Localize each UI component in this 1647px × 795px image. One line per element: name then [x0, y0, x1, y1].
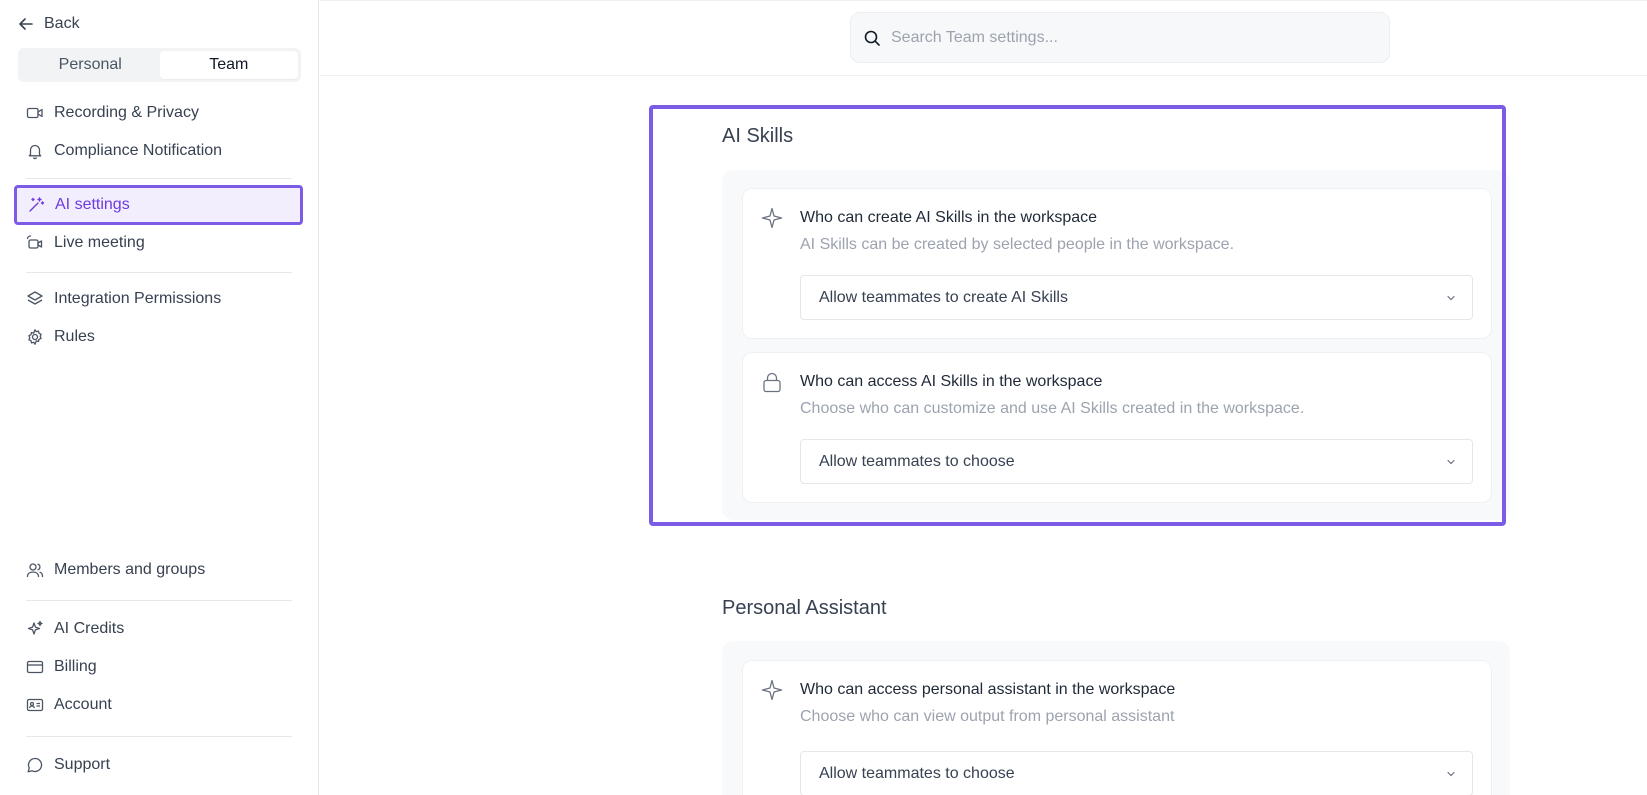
- sidebar-item-live-meeting[interactable]: Live meeting: [16, 226, 301, 260]
- sparkles-icon: [27, 620, 43, 635]
- search-icon: [864, 30, 880, 46]
- sidebar-item-label: Integration Permissions: [54, 290, 222, 307]
- sidebar-item-support[interactable]: Support: [16, 748, 301, 782]
- setting-card-personal-assistant: Who can access personal assistant in the…: [742, 660, 1492, 795]
- magic-wand-icon: [29, 197, 45, 212]
- setting-card-create-ai-skills: Who can create AI Skills in the workspac…: [742, 188, 1492, 339]
- credit-card-icon: [26, 660, 44, 674]
- gear-icon: [28, 329, 42, 345]
- setting-title: Who can access AI Skills in the workspac…: [800, 373, 1103, 390]
- access-ai-skills-select[interactable]: Allow teammates to choose: [800, 439, 1473, 484]
- layers-icon: [27, 291, 43, 305]
- sparkle-icon: [761, 679, 783, 701]
- sidebar-item-label: Billing: [54, 658, 97, 675]
- chat-bubble-icon: [27, 757, 43, 773]
- sidebar-item-ai-settings[interactable]: AI settings: [14, 185, 303, 225]
- setting-description: Choose who can customize and use AI Skil…: [800, 400, 1305, 417]
- id-card-icon: [26, 698, 44, 712]
- sidebar-divider: [26, 600, 292, 601]
- sidebar-divider: [26, 178, 292, 179]
- users-icon: [26, 563, 44, 578]
- sidebar-item-integration-permissions[interactable]: Integration Permissions: [16, 282, 301, 316]
- back-label: Back: [44, 15, 80, 32]
- setting-title: Who can access personal assistant in the…: [800, 681, 1176, 698]
- sidebar-item-label: AI settings: [55, 196, 130, 213]
- scope-toggle: Personal Team: [18, 48, 301, 82]
- sidebar-item-recording-privacy[interactable]: Recording & Privacy: [16, 96, 301, 130]
- sidebar-item-compliance-notification[interactable]: Compliance Notification: [16, 134, 301, 168]
- back-button[interactable]: Back: [16, 14, 80, 34]
- setting-title: Who can create AI Skills in the workspac…: [800, 209, 1098, 226]
- sidebar-item-rules[interactable]: Rules: [16, 320, 301, 354]
- sidebar-item-label: Recording & Privacy: [54, 104, 199, 121]
- section-title-personal-assistant: Personal Assistant: [722, 597, 887, 619]
- chevron-down-icon: [1447, 295, 1455, 301]
- personal-assistant-select[interactable]: Allow teammates to choose: [800, 751, 1473, 795]
- live-camera-icon: [26, 235, 43, 249]
- create-ai-skills-select[interactable]: Allow teammates to create AI Skills: [800, 275, 1473, 320]
- sidebar: Back Personal Team Recording & Privacy C…: [0, 0, 319, 795]
- sidebar-item-label: Rules: [54, 328, 95, 345]
- lock-icon: [763, 372, 781, 393]
- sidebar-item-label: Compliance Notification: [54, 142, 223, 159]
- select-value: Allow teammates to choose: [819, 452, 1015, 470]
- sidebar-item-members-groups[interactable]: Members and groups: [16, 553, 301, 587]
- sidebar-item-billing[interactable]: Billing: [16, 650, 301, 684]
- sidebar-item-label: Members and groups: [54, 561, 206, 578]
- tab-personal[interactable]: Personal: [21, 51, 160, 79]
- sidebar-divider: [26, 736, 292, 737]
- select-value: Allow teammates to create AI Skills: [819, 288, 1068, 306]
- bell-icon: [28, 144, 42, 160]
- video-icon: [26, 107, 43, 119]
- sidebar-item-ai-credits[interactable]: AI Credits: [16, 612, 301, 646]
- setting-description: Choose who can view output from personal…: [800, 708, 1175, 725]
- chevron-down-icon: [1447, 459, 1455, 465]
- search-input[interactable]: [891, 28, 1371, 47]
- select-value: Allow teammates to choose: [819, 764, 1015, 782]
- sidebar-item-label: Account: [54, 696, 112, 713]
- tab-team[interactable]: Team: [159, 51, 298, 79]
- setting-description: AI Skills can be created by selected peo…: [800, 236, 1235, 253]
- sidebar-item-label: Live meeting: [54, 234, 145, 251]
- sidebar-divider: [26, 272, 292, 273]
- sidebar-item-account[interactable]: Account: [16, 688, 301, 722]
- arrow-left-icon: [19, 18, 33, 30]
- section-title-ai-skills: AI Skills: [722, 125, 794, 147]
- search-box[interactable]: [850, 12, 1390, 63]
- chevron-down-icon: [1447, 771, 1455, 777]
- sidebar-item-label: AI Credits: [54, 620, 125, 637]
- sparkle-icon: [761, 207, 783, 229]
- sidebar-item-label: Support: [54, 756, 111, 773]
- setting-card-access-ai-skills: Who can access AI Skills in the workspac…: [742, 352, 1492, 503]
